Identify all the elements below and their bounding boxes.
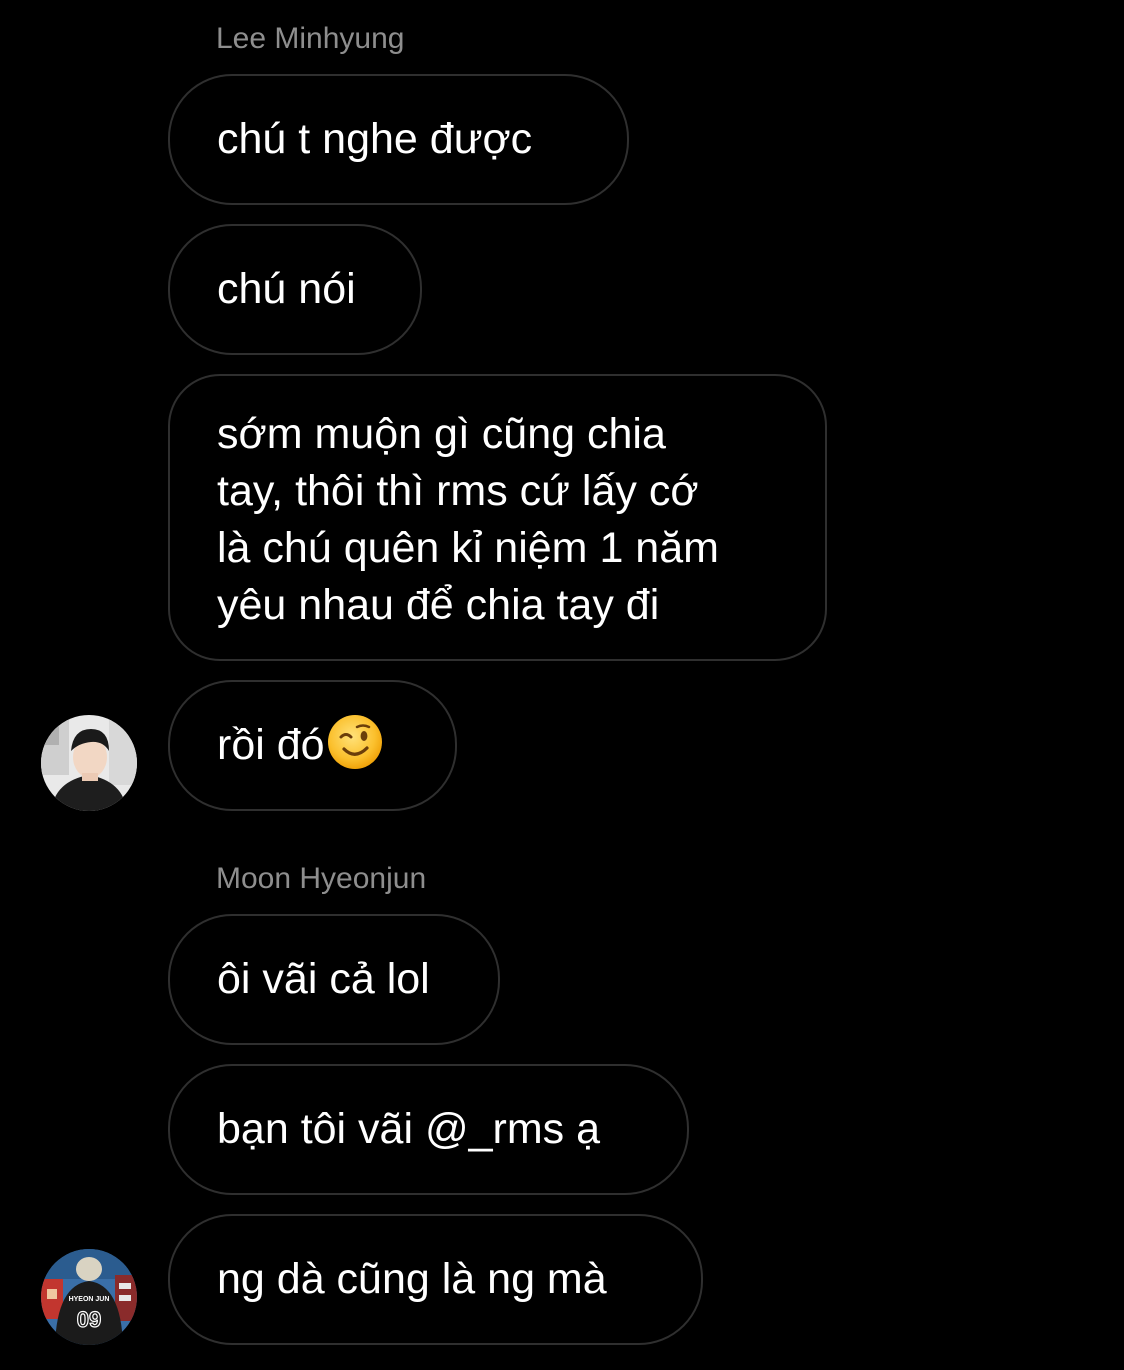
jersey-number-text: 09	[77, 1307, 101, 1332]
message-bubble[interactable]: rồi đó	[168, 680, 457, 811]
message-bubble[interactable]: ng dà cũng là ng mà	[168, 1214, 703, 1345]
message-text: chú t nghe được	[217, 115, 533, 163]
avatar-lee-minhyung[interactable]	[41, 715, 137, 811]
message-text: chú nói	[217, 265, 356, 313]
message-text: bạn tôi vãi @_rms ạ	[217, 1105, 601, 1153]
jersey-name-text: HYEON JUN	[69, 1296, 110, 1303]
message-text: ôi vãi cả lol	[217, 955, 430, 1003]
message-bubble[interactable]: ôi vãi cả lol	[168, 914, 500, 1045]
sender-name-moon-hyeonjun: Moon Hyeonjun	[216, 862, 427, 895]
message-bubble[interactable]: chú nói	[168, 224, 422, 355]
message-text: ng dà cũng là ng mà	[217, 1255, 607, 1303]
sender-name-lee-minhyung: Lee Minhyung	[216, 22, 405, 55]
message-bubble[interactable]: bạn tôi vãi @_rms ạ	[168, 1064, 689, 1195]
winking-face-emoji-icon	[327, 714, 383, 770]
message-text: rồi đó	[217, 721, 325, 769]
message-bubble[interactable]: chú t nghe được	[168, 74, 629, 205]
message-text: sớm muộn gì cũng chia tay, thôi thì rms …	[217, 410, 719, 629]
message-bubble[interactable]: sớm muộn gì cũng chia tay, thôi thì rms …	[168, 374, 827, 661]
avatar-moon-hyeonjun[interactable]: HYEON JUN 09	[41, 1249, 137, 1345]
